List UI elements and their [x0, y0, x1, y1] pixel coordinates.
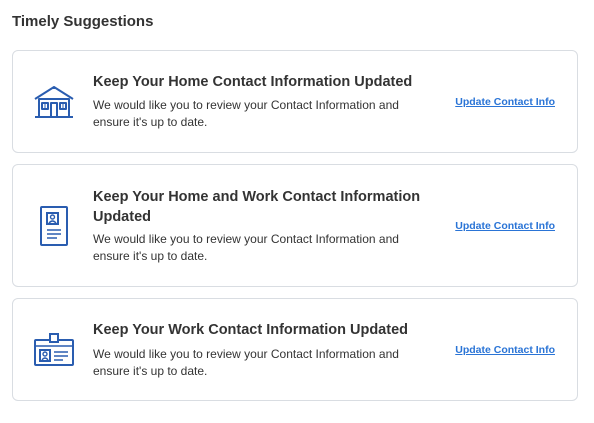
- suggestion-title: Keep Your Work Contact Information Updat…: [93, 322, 408, 338]
- timely-suggestions-page: Timely Suggestions Keep Your Home Contac…: [0, 0, 594, 423]
- update-contact-info-link[interactable]: Update Contact Info: [455, 344, 555, 356]
- suggestion-title: Keep Your Home and Work Contact Informat…: [93, 189, 421, 225]
- update-contact-info-link[interactable]: Update Contact Info: [455, 220, 555, 232]
- suggestion-description: We would like you to review your Contact…: [93, 232, 399, 263]
- suggestion-card-work: Keep Your Work Contact Information Updat…: [12, 298, 578, 401]
- update-contact-info-link[interactable]: Update Contact Info: [455, 96, 555, 108]
- id-badge-icon: [33, 333, 75, 372]
- suggestion-title: Keep Your Home Contact Information Updat…: [93, 74, 413, 90]
- suggestion-description: We would like you to review your Contact…: [93, 347, 399, 378]
- suggestion-card-home: Keep Your Home Contact Information Updat…: [12, 50, 578, 153]
- suggestion-description: We would like you to review your Contact…: [93, 98, 399, 129]
- section-title: Timely Suggestions: [12, 13, 154, 30]
- house-icon: [33, 84, 75, 125]
- suggestion-card-home-work: Keep Your Home and Work Contact Informat…: [12, 164, 578, 287]
- document-profile-icon: [39, 205, 69, 252]
